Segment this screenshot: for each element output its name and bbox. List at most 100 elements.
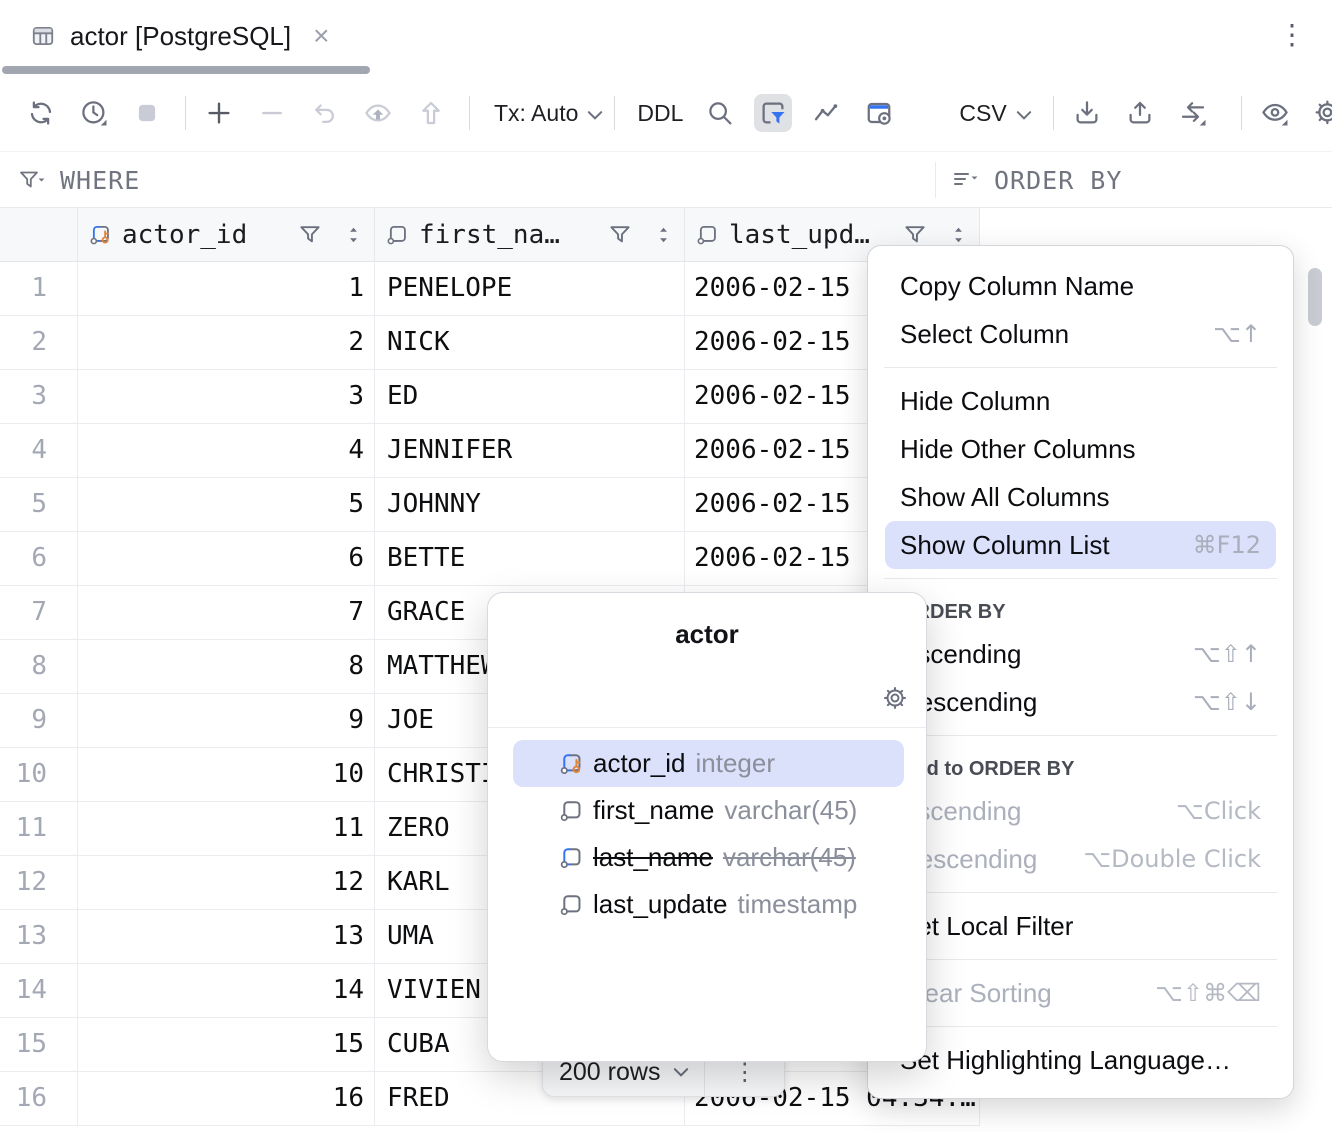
- chart-button[interactable]: [807, 94, 845, 132]
- cell-actor-id[interactable]: 6: [78, 532, 375, 586]
- tab-actor-postgresql[interactable]: actor [PostgreSQL] ×: [0, 0, 351, 72]
- column-filter-icon[interactable]: [608, 223, 632, 247]
- export-button[interactable]: [1121, 94, 1159, 132]
- active-tab-indicator: [2, 66, 370, 74]
- column-header-label: actor_id: [122, 220, 247, 250]
- row-number[interactable]: 8: [0, 640, 78, 694]
- menu-item-shortcut: ⌥↑: [1193, 320, 1261, 348]
- export-format-label: CSV: [959, 100, 1006, 127]
- menu-item-show-all-columns[interactable]: Show All Columns: [868, 473, 1293, 521]
- cell-actor-id[interactable]: 8: [78, 640, 375, 694]
- row-number[interactable]: 10: [0, 748, 78, 802]
- cell-first-name[interactable]: JOHNNY: [375, 478, 685, 532]
- menu-item-hide-other-columns[interactable]: Hide Other Columns: [868, 425, 1293, 473]
- chevron-down-icon: [586, 109, 604, 121]
- cell-actor-id[interactable]: 9: [78, 694, 375, 748]
- row-number[interactable]: 14: [0, 964, 78, 1018]
- menu-separator: [884, 735, 1277, 736]
- cell-actor-id[interactable]: 11: [78, 802, 375, 856]
- column-header-actor-id[interactable]: actor_id: [78, 208, 375, 261]
- cell-actor-id[interactable]: 10: [78, 748, 375, 802]
- order-by-field[interactable]: ORDER BY: [952, 152, 1122, 208]
- gear-icon[interactable]: [880, 683, 910, 713]
- cell-actor-id[interactable]: 16: [78, 1072, 375, 1126]
- import-button[interactable]: [1068, 94, 1106, 132]
- toolbar-divider: [614, 96, 615, 130]
- menu-item-select-column[interactable]: Select Column⌥↑: [868, 310, 1293, 358]
- table-view-options-button[interactable]: [860, 94, 898, 132]
- row-number[interactable]: 7: [0, 586, 78, 640]
- search-button[interactable]: [701, 94, 739, 132]
- menu-item-ascending[interactable]: Ascending⌥⇧↑: [868, 630, 1293, 678]
- ddl-button[interactable]: DDL: [637, 100, 683, 127]
- row-number[interactable]: 1: [0, 262, 78, 316]
- cell-first-name[interactable]: PENELOPE: [375, 262, 685, 316]
- filter-data-button[interactable]: [754, 94, 792, 132]
- row-number[interactable]: 2: [0, 316, 78, 370]
- menu-item-copy-column-name[interactable]: Copy Column Name: [868, 262, 1293, 310]
- history-button[interactable]: [75, 94, 113, 132]
- popup-column-actor-id[interactable]: actor_idinteger: [513, 740, 904, 787]
- column-header-first-name[interactable]: first_na…: [375, 208, 685, 261]
- tx-mode-label: Tx: Auto: [494, 100, 578, 127]
- menu-item-descending[interactable]: Descending⌥⇧↓: [868, 678, 1293, 726]
- row-number[interactable]: 4: [0, 424, 78, 478]
- tx-mode-select[interactable]: Tx: Auto: [494, 100, 604, 127]
- cell-actor-id[interactable]: 15: [78, 1018, 375, 1072]
- cell-actor-id[interactable]: 1: [78, 262, 375, 316]
- row-number[interactable]: 16: [0, 1072, 78, 1126]
- row-number[interactable]: 9: [0, 694, 78, 748]
- row-number[interactable]: 15: [0, 1018, 78, 1072]
- refresh-button[interactable]: [22, 94, 60, 132]
- more-options-icon[interactable]: ⋮: [1278, 20, 1306, 51]
- popup-column-first-name[interactable]: first_namevarchar(45): [513, 787, 904, 834]
- column-list-popup: actor actor_idintegerfirst_namevarchar(4…: [487, 592, 927, 1062]
- tab-close-icon[interactable]: ×: [313, 22, 329, 50]
- cell-actor-id[interactable]: 2: [78, 316, 375, 370]
- row-number[interactable]: 3: [0, 370, 78, 424]
- main-toolbar: Tx: Auto DDL: [0, 75, 1332, 152]
- filter-funnel-icon: [18, 168, 46, 192]
- cell-first-name[interactable]: JENNIFER: [375, 424, 685, 478]
- cell-first-name[interactable]: ED: [375, 370, 685, 424]
- popup-column-name: first_name: [593, 795, 714, 826]
- cell-actor-id[interactable]: 13: [78, 910, 375, 964]
- row-number-header[interactable]: [0, 208, 78, 261]
- table-row: 33ED2006-02-15 04:34:…: [0, 370, 980, 424]
- row-number[interactable]: 5: [0, 478, 78, 532]
- menu-item-label: Copy Column Name: [900, 271, 1134, 302]
- column-sort-icon[interactable]: [951, 224, 966, 246]
- export-format-select[interactable]: CSV: [959, 100, 1032, 127]
- add-row-button[interactable]: [200, 94, 238, 132]
- column-filter-icon[interactable]: [298, 223, 322, 247]
- column-filter-icon[interactable]: [903, 223, 927, 247]
- compare-data-button[interactable]: [1174, 94, 1212, 132]
- row-number[interactable]: 11: [0, 802, 78, 856]
- cell-actor-id[interactable]: 12: [78, 856, 375, 910]
- row-number[interactable]: 12: [0, 856, 78, 910]
- cell-actor-id[interactable]: 4: [78, 424, 375, 478]
- submit-button: [412, 94, 450, 132]
- row-number[interactable]: 6: [0, 532, 78, 586]
- cell-first-name[interactable]: BETTE: [375, 532, 685, 586]
- popup-column-last-update[interactable]: last_updatetimestamp: [513, 881, 904, 928]
- cell-actor-id[interactable]: 7: [78, 586, 375, 640]
- menu-item-show-column-list[interactable]: Show Column List⌘F12: [885, 521, 1276, 569]
- menu-item-hide-column[interactable]: Hide Column: [868, 377, 1293, 425]
- view-options-button[interactable]: [1256, 94, 1294, 132]
- row-number[interactable]: 13: [0, 910, 78, 964]
- column-sort-icon[interactable]: [346, 224, 361, 246]
- settings-gear-button[interactable]: [1309, 94, 1332, 132]
- menu-item-set-highlighting-language[interactable]: Set Highlighting Language…: [868, 1036, 1293, 1084]
- cell-first-name[interactable]: NICK: [375, 316, 685, 370]
- cell-actor-id[interactable]: 5: [78, 478, 375, 532]
- where-filter-field[interactable]: WHERE: [18, 152, 140, 208]
- cell-actor-id[interactable]: 14: [78, 964, 375, 1018]
- popup-column-type: timestamp: [737, 889, 857, 920]
- column-sort-icon[interactable]: [656, 224, 671, 246]
- menu-item-set-local-filter[interactable]: Set Local Filter: [868, 902, 1293, 950]
- cell-actor-id[interactable]: 3: [78, 370, 375, 424]
- grid-vertical-scrollbar[interactable]: [1308, 268, 1322, 326]
- popup-column-last-name[interactable]: last_namevarchar(45): [513, 834, 904, 881]
- toolbar-divider: [1241, 96, 1242, 130]
